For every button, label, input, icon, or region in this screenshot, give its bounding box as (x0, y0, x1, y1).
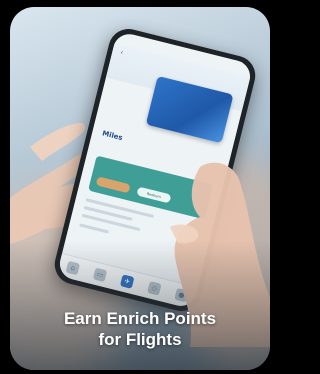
back-arrow-icon: ‹ (119, 48, 125, 57)
promo-card: ‹ Miles Redeem ⌂ ▭ ✈ ◇ (10, 7, 270, 370)
caption-line-2: for Flights (98, 330, 182, 349)
promo-pill (95, 176, 131, 194)
caption-line-1: Earn Enrich Points (63, 309, 217, 328)
promo-caption: Earn Enrich Points for Flights (10, 308, 270, 350)
balance-value: Miles (101, 129, 124, 143)
list-item (79, 223, 109, 234)
bottom-gradient (10, 240, 270, 370)
